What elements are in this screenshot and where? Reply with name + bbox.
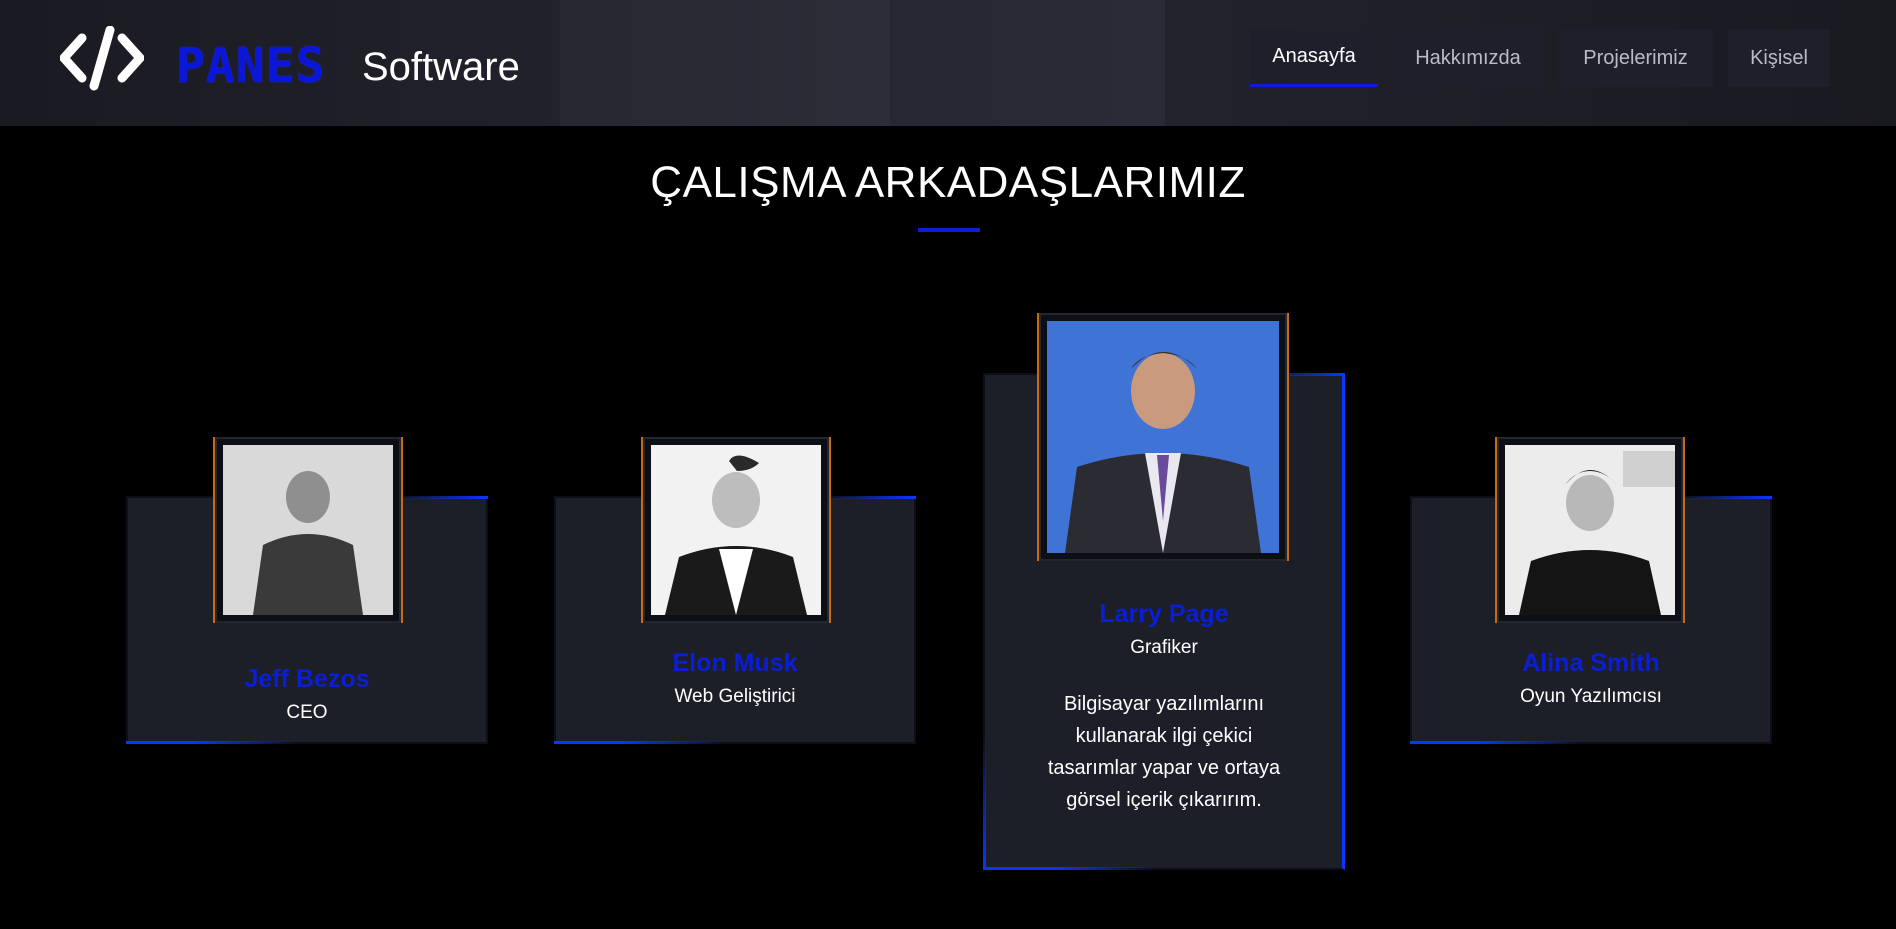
team-photo-frame — [215, 437, 401, 623]
site-header: PANES Software Anasayfa Hakkımızda Proje… — [0, 0, 1896, 126]
team-member-role: Web Geliştirici — [674, 686, 796, 707]
title-underline — [918, 228, 980, 232]
nav-item-anasayfa[interactable]: Anasayfa — [1250, 29, 1378, 87]
team-member-role: CEO — [286, 702, 328, 723]
nav-item-kisisel[interactable]: Kişisel — [1728, 29, 1830, 87]
team-photo-frame — [1039, 313, 1287, 561]
nav-item-hakkimizda[interactable]: Hakkımızda — [1393, 29, 1543, 87]
team-member-name: Elon Musk — [672, 649, 798, 677]
team-member-role: Grafiker — [1130, 637, 1198, 658]
team-member-role: Oyun Yazılımcısı — [1520, 686, 1662, 707]
header-backdrop — [560, 0, 890, 126]
photo-icon — [223, 445, 393, 615]
team-member-name: Jeff Bezos — [244, 665, 370, 693]
brand-subtitle: Software — [362, 45, 520, 89]
nav-item-projelerimiz[interactable]: Projelerimiz — [1558, 29, 1713, 87]
photo-icon — [1505, 445, 1675, 615]
card-glow-edge — [983, 738, 986, 868]
team-member-name: Larry Page — [1099, 600, 1229, 628]
brand-logo-text[interactable]: PANES — [176, 38, 326, 94]
code-brackets-icon[interactable] — [60, 26, 144, 92]
section-title: ÇALIŞMA ARKADAŞLARIMIZ — [650, 158, 1246, 207]
photo-icon — [1047, 321, 1279, 553]
photo-icon — [651, 445, 821, 615]
team-photo-frame — [1497, 437, 1683, 623]
team-member-bio: Bilgisayar yazılımlarını kullanarak ilgi… — [1047, 693, 1281, 811]
team-member-name: Alina Smith — [1522, 649, 1660, 677]
team-photo-frame — [643, 437, 829, 623]
